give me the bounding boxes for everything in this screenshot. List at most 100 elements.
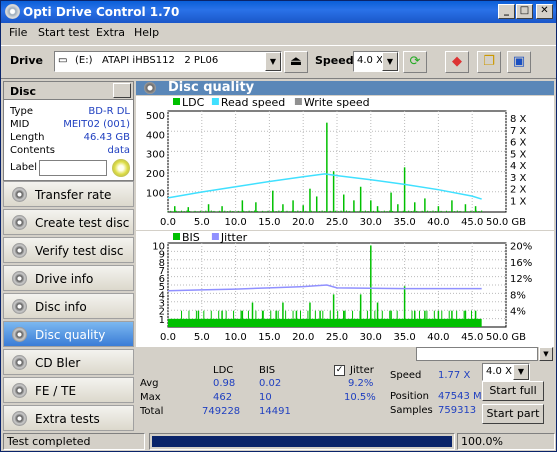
x-tick-label: 35.0 — [393, 332, 415, 343]
status-bar: Test completed 100.0% — [3, 433, 556, 451]
copy-icon[interactable]: ❐ — [477, 51, 501, 73]
progress-bar — [149, 433, 455, 450]
x-tick-label: 35.0 — [393, 217, 415, 228]
x-tick-label: 25.0 — [326, 217, 348, 228]
minimize-button[interactable]: _ — [498, 4, 515, 19]
close-button[interactable]: ✕ — [536, 4, 553, 19]
disc-icon — [12, 383, 27, 398]
y-tick-label: 400 — [146, 130, 165, 141]
chart-scrollbar[interactable] — [416, 347, 538, 361]
stats-avg-jitter: 9.2% — [348, 378, 374, 389]
stats-max-ldc: 462 — [213, 392, 233, 403]
nav-label: FE / TE — [35, 384, 77, 398]
y2-tick-label: 1 X — [510, 196, 527, 207]
nav-drive-info[interactable]: Drive info — [3, 265, 134, 291]
drive-select[interactable]: ▭ (E:) ATAPI iHBS112 2 PL06 ▼ — [54, 51, 282, 72]
nav-label: Extra tests — [35, 412, 100, 426]
legend-swatch — [294, 98, 302, 105]
stats-header-ldc: LDC — [213, 365, 234, 376]
menu-start-test[interactable]: Start test — [38, 26, 90, 39]
y2-tick-label: 12% — [510, 274, 532, 285]
nav-create-test-disc[interactable]: Create test disc — [3, 209, 134, 235]
stats-max-jitter: 10.5% — [344, 392, 376, 403]
bis-base-bar — [168, 318, 482, 327]
x-tick-label: 20.0 — [292, 217, 314, 228]
save-icon[interactable]: ▣ — [507, 51, 531, 73]
nav-cd-bler[interactable]: CD Bler — [3, 349, 134, 375]
y-tick-label: 200 — [146, 169, 165, 180]
disc-icon — [12, 299, 27, 314]
stats-avg-ldc: 0.98 — [213, 378, 236, 389]
position-value: 47543 MB — [438, 391, 489, 402]
nav-disc-info[interactable]: Disc info — [3, 293, 134, 319]
nav-verify-test-disc[interactable]: Verify test disc — [3, 237, 134, 263]
test-speed-select[interactable]: 4.0 X ▼ — [482, 363, 530, 381]
maximize-button[interactable]: □ — [516, 4, 533, 19]
disc-row-length: Length 46.43 GB — [10, 132, 130, 143]
stats-avg-label: Avg — [140, 378, 159, 389]
label-input[interactable] — [39, 160, 107, 176]
x-tick-label: 0.0 — [160, 332, 176, 343]
y2-tick-label: 20% — [510, 241, 532, 252]
start-full-button[interactable]: Start full — [482, 381, 544, 401]
disc-row-mid: MID MEIT02 (001) — [10, 119, 130, 130]
legend-label: Jitter — [220, 231, 248, 244]
disc-panel-button[interactable] — [113, 83, 131, 98]
samples-value: 759313 — [438, 405, 477, 416]
disc-info-panel: Disc Type BD-R DL MID MEIT02 (001) Length 4… — [3, 81, 134, 181]
chevron-down-icon[interactable]: ▼ — [382, 52, 398, 71]
x-tick-label: 40.0 — [427, 332, 449, 343]
legend-swatch — [173, 98, 180, 105]
x-tick-label: 25.0 — [326, 332, 348, 343]
stats-avg-bis: 0.02 — [259, 378, 282, 389]
y-tick-label: 100 — [146, 189, 165, 200]
chevron-down-icon[interactable]: ▼ — [539, 347, 553, 361]
app-title: Opti Drive Control 1.70 — [23, 5, 180, 19]
menu-file[interactable]: File — [9, 26, 27, 39]
speed-select[interactable]: 4.0 X ▼ — [353, 51, 399, 72]
legend-swatch — [211, 233, 219, 240]
eject-icon[interactable]: ⏏ — [284, 51, 308, 73]
legend-label: Read speed — [221, 96, 285, 109]
start-part-button[interactable]: Start part — [482, 404, 544, 424]
y2-tick-label: 6 X — [510, 138, 527, 149]
x-tick-label: 45.0 — [461, 217, 483, 228]
left-panel: Disc Type BD-R DL MID MEIT02 (001) Length 4… — [3, 81, 134, 433]
speed-stat-label: Speed — [390, 370, 422, 381]
nav-fe-te[interactable]: FE / TE — [3, 377, 134, 403]
x-tick-label: 10.0 — [224, 332, 246, 343]
jitter-checkbox[interactable]: ✓ — [334, 365, 345, 376]
speed-label: Speed — [315, 54, 354, 67]
menu-bar: File Start test Extra Help — [1, 23, 556, 43]
x-tick-label: 0.0 — [160, 217, 176, 228]
ldc-chart: LDC Read speed Write speed 100 200 300 400 500 1… — [136, 96, 554, 230]
disc-label-icon[interactable] — [112, 159, 130, 177]
nav-extra-tests[interactable]: Extra tests — [3, 405, 134, 431]
refresh-icon[interactable]: ⟳ — [403, 51, 427, 73]
x-tick-label: 15.0 — [258, 217, 280, 228]
nav-label: Disc quality — [35, 328, 106, 342]
nav-disc-quality[interactable]: Disc quality — [3, 321, 134, 347]
y2-tick-label: 3 X — [510, 173, 527, 184]
legend-label: BIS — [182, 231, 200, 244]
y2-tick-label: 5 X — [510, 149, 527, 160]
disc-quality-icon — [144, 82, 156, 94]
menu-help[interactable]: Help — [134, 26, 159, 39]
panel-title: Disc quality — [136, 81, 554, 95]
disc-icon — [12, 355, 27, 370]
samples-label: Samples — [390, 405, 433, 416]
bis-chart: BIS Jitter123456789104%8%12%16%20%0.0 5.0 1… — [136, 231, 554, 347]
nav-label: Verify test disc — [35, 244, 124, 258]
menu-extra[interactable]: Extra — [96, 26, 125, 39]
disc-icon — [12, 411, 27, 426]
chevron-down-icon[interactable]: ▼ — [265, 52, 281, 71]
y2-tick-label: 2 X — [510, 185, 527, 196]
nav-transfer-rate[interactable]: Transfer rate — [3, 181, 134, 207]
nav-label: Drive info — [35, 272, 94, 286]
x-tick-label: 50.0 GB — [486, 217, 526, 228]
chevron-down-icon[interactable]: ▼ — [513, 364, 529, 380]
y2-tick-label: 16% — [510, 258, 532, 269]
legend-swatch — [173, 233, 180, 240]
erase-icon[interactable]: ◆ — [445, 51, 469, 73]
y2-tick-label: 8 X — [510, 114, 527, 125]
